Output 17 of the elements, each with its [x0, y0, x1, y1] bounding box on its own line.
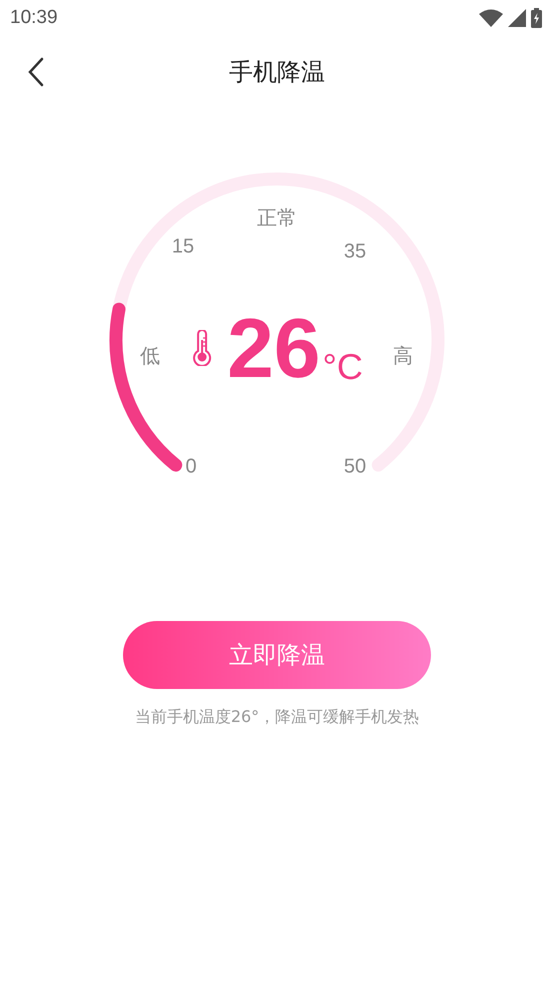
page-title: 手机降温: [229, 57, 325, 88]
signal-icon: [508, 9, 526, 27]
cool-down-button[interactable]: 立即降温: [123, 621, 431, 689]
temperature-unit: °C: [322, 346, 363, 388]
tick-label: 50: [344, 456, 366, 478]
hint-text: 当前手机温度26°，降温可缓解手机发热: [134, 707, 420, 728]
high-label: 高: [393, 342, 413, 370]
thermometer-icon: [191, 330, 214, 366]
tick-label: 0: [185, 456, 197, 478]
tick-label: 35: [344, 240, 366, 264]
temperature-value: 26: [227, 306, 321, 390]
tick-label: 15: [172, 236, 194, 258]
zone-label: 正常: [257, 204, 297, 232]
low-label: 低: [140, 342, 160, 370]
status-time: 10:39: [10, 7, 58, 29]
wifi-icon: [479, 9, 503, 27]
battery-icon: [531, 8, 542, 28]
